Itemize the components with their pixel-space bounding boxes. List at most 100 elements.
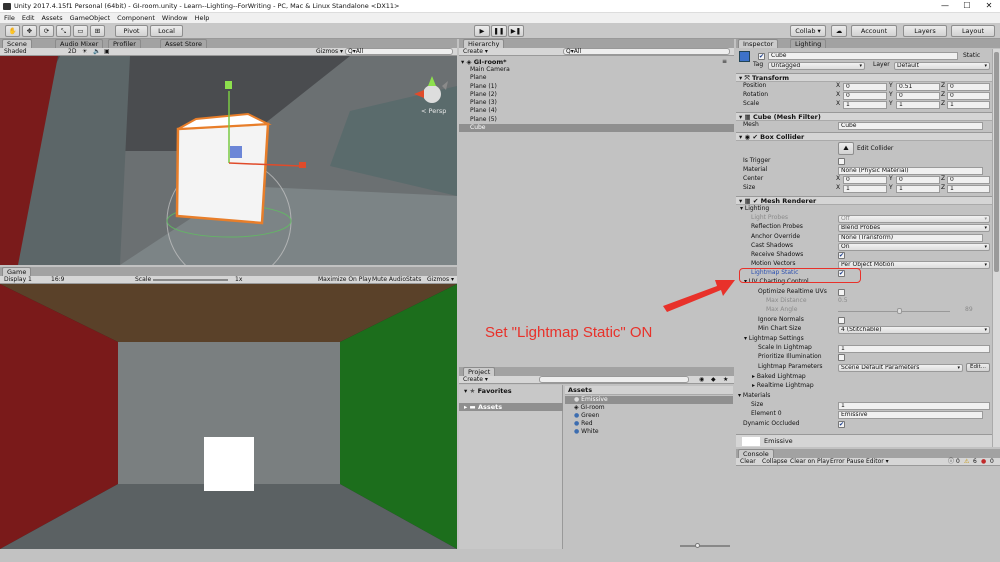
position-z-field[interactable]: 0 [947, 83, 990, 91]
tab-audio-mixer[interactable]: Audio Mixer [55, 39, 104, 48]
rotation-x-field[interactable]: 0 [843, 92, 887, 100]
prioritize-illumination-checkbox[interactable] [838, 354, 845, 361]
max-angle-slider-thumb[interactable] [897, 308, 902, 314]
selected-cube[interactable] [175, 122, 270, 225]
console-clear-on-play-button[interactable]: Clear on Play [790, 458, 830, 466]
hierarchy-item-cube[interactable]: Cube [470, 124, 486, 132]
menu-window[interactable]: Window [162, 13, 188, 23]
lightmap-parameters-dropdown[interactable]: Scene Default Parameters [838, 364, 963, 372]
object-name-field[interactable]: Cube [768, 52, 958, 60]
project-search-input[interactable] [539, 376, 689, 383]
size-x-field[interactable]: 1 [843, 185, 887, 193]
rotation-z-field[interactable]: 0 [947, 92, 990, 100]
hierarchy-item-plane-5[interactable]: Plane (5) [470, 116, 497, 124]
hierarchy-item-plane[interactable]: Plane [470, 74, 486, 82]
play-button[interactable]: ▶ [474, 25, 490, 37]
rotate-tool-icon[interactable]: ⟳ [39, 25, 54, 37]
asset-item-red[interactable]: ● Red [574, 420, 593, 428]
icon-size-slider[interactable] [680, 545, 730, 547]
active-checkbox[interactable]: ✔ [758, 53, 765, 60]
move-tool-icon[interactable]: ✥ [22, 25, 37, 37]
menu-component[interactable]: Component [117, 13, 155, 23]
menu-file[interactable]: File [4, 13, 15, 23]
close-button[interactable]: ✕ [978, 0, 1000, 13]
static-dropdown[interactable]: Static [963, 52, 980, 60]
menu-gameobject[interactable]: GameObject [70, 13, 111, 23]
audio-icon[interactable]: 🔈 [93, 48, 100, 56]
scale-x-field[interactable]: 1 [843, 101, 887, 109]
light-probes-dropdown[interactable]: Off [838, 215, 990, 223]
lightmap-settings-foldout[interactable]: ▾ Lightmap Settings [744, 335, 804, 343]
scene-view[interactable]: < Persp [0, 56, 457, 265]
materials-size-field[interactable]: 1 [838, 402, 990, 410]
hierarchy-create-dropdown[interactable]: Create ▾ [463, 48, 488, 56]
materials-foldout[interactable]: ▾ Materials [738, 392, 770, 400]
tab-project[interactable]: Project [463, 367, 496, 376]
size-z-field[interactable]: 1 [947, 185, 990, 193]
move-plane-handle[interactable] [230, 146, 242, 158]
scale-in-lightmap-field[interactable]: 1 [838, 345, 990, 353]
transform-header[interactable]: ▾ ⤧ Transform [736, 73, 992, 82]
tab-game[interactable]: Game [2, 267, 32, 276]
scene-options-icon[interactable]: ≡ [722, 58, 727, 65]
info-icon[interactable]: ⓘ [948, 458, 954, 466]
gizmos-dropdown[interactable]: Gizmos ▾ [316, 48, 343, 56]
tab-asset-store[interactable]: Asset Store [160, 39, 208, 48]
step-button[interactable]: ▶❚ [508, 25, 524, 37]
receive-shadows-checkbox[interactable]: ✔ [838, 252, 845, 259]
maximize-on-play-toggle[interactable]: Maximize On Play [318, 276, 371, 284]
pivot-button[interactable]: Pivot [115, 25, 148, 37]
tab-hierarchy[interactable]: Hierarchy [463, 39, 505, 48]
material-preview-bar[interactable]: Emissive [736, 434, 992, 447]
image-icon[interactable]: ▣ [104, 48, 110, 56]
assets-folder-item[interactable]: ▸ ▬ Assets [464, 403, 502, 411]
console-clear-button[interactable]: Clear [740, 458, 756, 466]
maximize-button[interactable]: ☐ [956, 0, 978, 13]
y-axis-handle[interactable] [225, 81, 232, 89]
minimize-button[interactable]: — [934, 0, 956, 13]
error-icon[interactable]: ● [981, 458, 986, 466]
max-distance-value[interactable]: 0.5 [838, 297, 848, 305]
rotation-y-field[interactable]: 0 [896, 92, 940, 100]
size-y-field[interactable]: 1 [896, 185, 940, 193]
asset-item-gi-room[interactable]: ◈ GI-room [574, 404, 605, 412]
hierarchy-item-plane-4[interactable]: Plane (4) [470, 107, 497, 115]
mute-audio-toggle[interactable]: Mute Audio [372, 276, 406, 284]
project-star-icon[interactable]: ★ [723, 376, 728, 384]
icon-size-slider-thumb[interactable] [695, 543, 700, 548]
rect-tool-icon[interactable]: ▭ [73, 25, 88, 37]
optimize-uvs-checkbox[interactable] [838, 289, 845, 296]
asset-item-emissive[interactable]: ● Emissive [574, 396, 608, 404]
mesh-filter-header[interactable]: ▾ ▦ Cube (Mesh Filter) [736, 112, 992, 121]
tab-lighting[interactable]: Lighting [790, 39, 827, 48]
tag-dropdown[interactable]: Untagged [768, 62, 865, 70]
inspector-scrollbar-thumb[interactable] [994, 52, 999, 272]
scene-search-input[interactable]: Q▾All [345, 48, 453, 55]
local-button[interactable]: Local [150, 25, 183, 37]
console-editor-dropdown[interactable]: Editor ▾ [866, 458, 889, 466]
physic-material-field[interactable]: None (Physic Material) [838, 167, 983, 175]
ignore-normals-checkbox[interactable] [838, 317, 845, 324]
pause-button[interactable]: ❚❚ [491, 25, 507, 37]
hierarchy-search-input[interactable]: Q▾All [563, 48, 730, 55]
transform-tool-icon[interactable]: ⊞ [90, 25, 105, 37]
mesh-renderer-header[interactable]: ▾ ▦ ✔ Mesh Renderer [736, 196, 992, 205]
edit-parameters-button[interactable]: Edit... [966, 363, 990, 372]
min-chart-size-dropdown[interactable]: 4 (Stitchable) [838, 326, 990, 334]
aspect-dropdown[interactable]: 16:9 [51, 276, 64, 284]
reflection-probes-dropdown[interactable]: Blend Probes [838, 224, 990, 232]
center-y-field[interactable]: 0 [896, 176, 940, 184]
hierarchy-item-plane-3[interactable]: Plane (3) [470, 99, 497, 107]
asset-item-green[interactable]: ● Green [574, 412, 599, 420]
project-create-dropdown[interactable]: Create ▾ [463, 376, 488, 384]
position-x-field[interactable]: 0 [843, 83, 887, 91]
menu-help[interactable]: Help [195, 13, 210, 23]
project-label-icon[interactable]: ◆ [711, 376, 716, 384]
scale-slider[interactable] [153, 279, 228, 281]
max-angle-value[interactable]: 89 [965, 306, 973, 314]
persp-label[interactable]: < Persp [421, 107, 446, 115]
anchor-override-field[interactable]: None (Transform) [838, 234, 983, 242]
light-icon[interactable]: ☀ [82, 48, 87, 56]
center-x-field[interactable]: 0 [843, 176, 887, 184]
warning-icon[interactable]: ⚠ [964, 458, 969, 466]
